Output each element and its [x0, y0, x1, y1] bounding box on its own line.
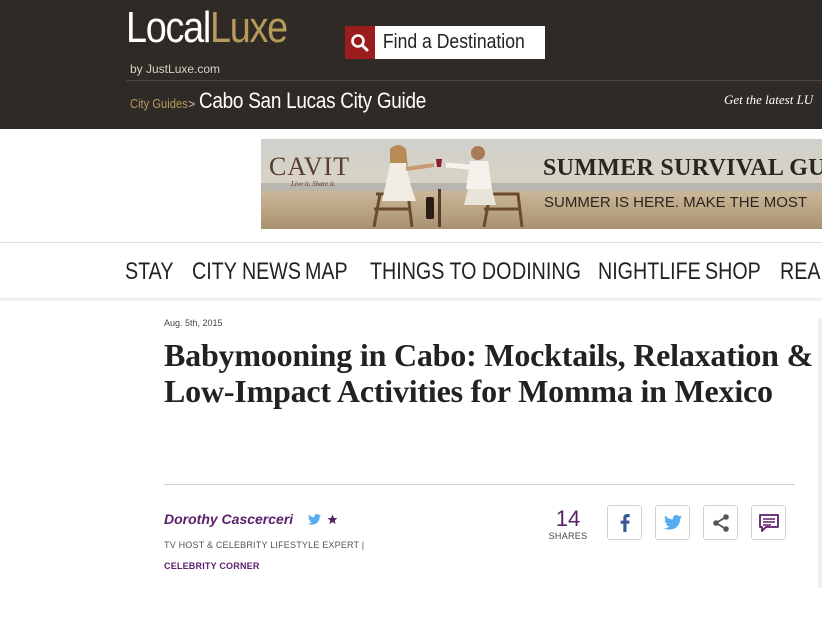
- author-section-link[interactable]: CELEBRITY CORNER: [164, 561, 260, 571]
- nav-item-map[interactable]: MAP: [305, 258, 358, 286]
- star-icon: [327, 514, 338, 525]
- twitter-bird-icon[interactable]: [308, 514, 321, 525]
- logo-byline[interactable]: by JustLuxe.com: [130, 62, 220, 76]
- nav-item-real[interactable]: REAL: [780, 258, 822, 286]
- ad-brand: CAVIT: [269, 152, 351, 181]
- header-divider: [126, 80, 822, 81]
- article-headline: Babymooning in Cabo: Mocktails, Relaxati…: [164, 337, 814, 409]
- nav-divider-top: [0, 242, 822, 243]
- author-role: TV HOST & CELEBRITY LIFESTYLE EXPERT |: [164, 540, 365, 550]
- newsletter-prompt[interactable]: Get the latest LU: [724, 92, 813, 108]
- sidebar-edge: [818, 318, 822, 588]
- share-button[interactable]: [703, 505, 738, 540]
- ad-title: SUMMER SURVIVAL GU: [543, 155, 822, 181]
- nav-divider-bottom: [0, 298, 822, 302]
- page-section-title: Cabo San Lucas City Guide: [199, 88, 427, 113]
- find-destination-button[interactable]: Find a Destination: [345, 26, 545, 59]
- nav-item-dining[interactable]: DINING: [512, 258, 583, 286]
- main-nav: STAY CITY NEWS MAP THINGS TO DO DINING N…: [125, 258, 822, 286]
- ad-banner[interactable]: CAVIT Live it. Share it. SUMMER SURVIVAL…: [261, 139, 822, 229]
- search-icon[interactable]: [345, 26, 375, 59]
- share-icon: [712, 513, 729, 532]
- site-header: LocalLuxe by JustLuxe.com Find a Destina…: [0, 0, 822, 129]
- author-icons: [308, 514, 338, 525]
- breadcrumb-separator: >: [188, 97, 196, 111]
- facebook-icon: [620, 513, 630, 532]
- nav-item-city-news[interactable]: CITY NEWS: [192, 258, 301, 286]
- nav-item-things-to-do[interactable]: THINGS TO DO: [370, 258, 511, 286]
- comment-button[interactable]: [751, 505, 786, 540]
- share-counter: 14 SHARES: [546, 506, 590, 542]
- ad-couple-image: [372, 145, 524, 228]
- nav-item-shop[interactable]: SHOP: [705, 258, 767, 286]
- find-destination-label[interactable]: Find a Destination: [375, 26, 525, 59]
- article-date: Aug. 5th, 2015: [164, 318, 223, 328]
- share-count-label: SHARES: [548, 531, 588, 541]
- ad-subtitle: SUMMER IS HERE. MAKE THE MOST: [544, 194, 808, 211]
- breadcrumb: City Guides > Cabo San Lucas City Guide: [130, 88, 463, 114]
- twitter-icon: [663, 515, 682, 530]
- share-count: 14: [555, 506, 581, 531]
- author-name[interactable]: Dorothy Cascerceri: [164, 511, 293, 527]
- nav-item-stay[interactable]: STAY: [125, 258, 180, 286]
- logo-luxe[interactable]: Luxe: [210, 3, 288, 52]
- comment-icon: [758, 513, 779, 532]
- logo-local[interactable]: Local: [126, 3, 211, 52]
- facebook-share-button[interactable]: [607, 505, 642, 540]
- breadcrumb-city-guides[interactable]: City Guides: [130, 96, 188, 111]
- site-logo[interactable]: LocalLuxe: [126, 0, 288, 56]
- nav-item-nightlife[interactable]: NIGHTLIFE: [598, 258, 701, 286]
- ad-tagline: Live it. Share it.: [291, 180, 336, 188]
- twitter-share-button[interactable]: [655, 505, 690, 540]
- article-divider: [164, 484, 795, 485]
